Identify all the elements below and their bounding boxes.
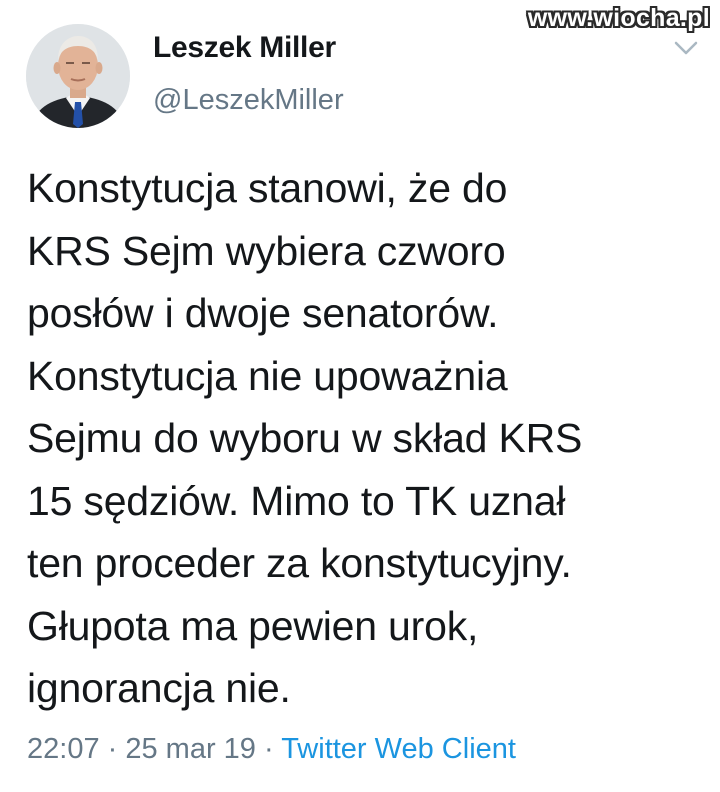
tweet-text-line: ten proceder za konstytucyjny. — [27, 540, 572, 586]
meta-separator: · — [255, 733, 282, 765]
tweet-text-line: posłów i dwoje senatorów. — [27, 290, 499, 336]
tweet-date[interactable]: 25 mar 19 — [125, 733, 256, 765]
tweet-text-line: KRS Sejm wybiera czworo — [27, 227, 506, 274]
author-handle[interactable]: @LeszekMiller — [153, 84, 344, 117]
tweet-source-link[interactable]: Twitter Web Client — [281, 733, 516, 765]
tweet: www.wiocha.pl Leszek Miller @LeszekMille… — [0, 0, 720, 792]
tweet-text-line: Konstytucja nie upoważnia — [27, 352, 508, 399]
author-display-name[interactable]: Leszek Miller — [153, 31, 336, 65]
avatar[interactable] — [26, 24, 130, 128]
tweet-meta: 22:07 · 25 mar 19 · Twitter Web Client — [27, 733, 516, 766]
tweet-text-line: Głupota ma pewien urok, — [27, 602, 479, 649]
tweet-text-line: Konstytucja stanowi, że do — [27, 165, 508, 211]
tweet-text-line: ignorancja nie. — [27, 665, 291, 711]
meta-separator: · — [99, 733, 126, 765]
chevron-down-icon[interactable] — [672, 38, 700, 58]
avatar-portrait — [26, 24, 130, 128]
tweet-text: Konstytucja stanowi, że do KRS Sejm wybi… — [27, 157, 707, 720]
tweet-time[interactable]: 22:07 — [27, 733, 100, 765]
tweet-text-line: 15 sędziów. Mimo to TK uznał — [27, 477, 566, 524]
tweet-text-line: Sejmu do wyboru w skład KRS — [27, 415, 583, 461]
watermark: www.wiocha.pl — [527, 4, 710, 32]
